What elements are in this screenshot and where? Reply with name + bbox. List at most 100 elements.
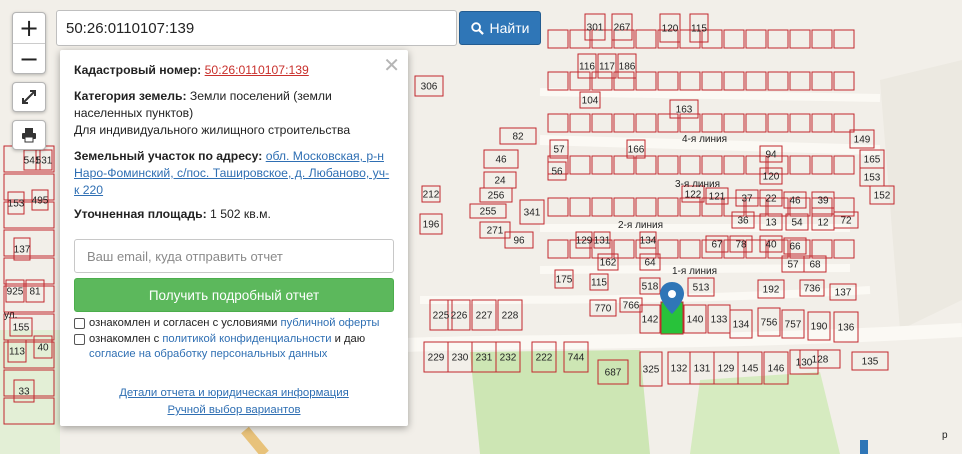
parcel-number: 37: [741, 194, 753, 205]
parcel-number: 116: [579, 62, 595, 73]
offer-consent: ознакомлен и согласен с условиями публич…: [74, 316, 379, 331]
parcel-number: 115: [591, 278, 607, 289]
parcel-number: 513: [693, 283, 710, 294]
parcel-number: 94: [765, 150, 777, 161]
parcel-number: 131: [694, 364, 711, 375]
parcel-number: 136: [838, 323, 855, 334]
parcel-number: 229: [428, 353, 445, 364]
address-label: Земельный участок по адресу:: [74, 149, 263, 163]
parcel-number: 153: [864, 173, 881, 184]
cadastral-row: Кадастровый номер: 50:26:0110107:139: [74, 62, 392, 79]
parcel-number: 78: [735, 240, 747, 251]
street-label: 1-я линия: [672, 266, 717, 277]
parcel-number: 196: [423, 220, 440, 231]
parcel-number: 152: [874, 191, 891, 202]
get-report-button[interactable]: Получить подробный отчет: [74, 278, 394, 312]
parcel-number: 113: [9, 347, 25, 358]
parcel-number: 128: [812, 355, 829, 366]
search-button[interactable]: Найти: [459, 11, 541, 45]
parcel-number: 155: [13, 323, 30, 334]
report-details-link[interactable]: Детали отчета и юридическая информация: [119, 387, 349, 399]
zoom-in-button[interactable]: +: [13, 13, 45, 43]
parcel-info-popup: ✕ Кадастровый номер: 50:26:0110107:139 К…: [60, 50, 408, 426]
parcel-number: 306: [421, 82, 438, 93]
printer-icon: [22, 128, 36, 143]
parcel-number: 770: [595, 304, 612, 315]
parcel-number: 166: [628, 145, 645, 156]
manual-selection-link[interactable]: Ручной выбор вариантов: [167, 404, 300, 416]
parcel-number: 736: [804, 284, 821, 295]
street-label: 2-я линия: [618, 220, 663, 231]
parcel-number: 232: [500, 353, 517, 364]
parcel-number: 96: [513, 236, 525, 247]
print-button[interactable]: [12, 120, 46, 150]
parcel-number: 104: [582, 96, 599, 107]
parcel-number: 54: [791, 218, 803, 229]
parcel-number: 12: [817, 218, 829, 229]
parcel-number: 757: [785, 320, 802, 331]
fullscreen-button[interactable]: [12, 82, 46, 112]
parcel-number: 766: [623, 301, 640, 312]
search-input[interactable]: [56, 10, 457, 46]
area-row: Уточненная площадь: 1 502 кв.м.: [74, 206, 392, 223]
parcel-number: 225: [433, 311, 450, 322]
parcel-number: 231: [476, 353, 493, 364]
street-label: 4-я линия: [682, 134, 727, 145]
green-area: [470, 350, 650, 454]
parcel-number: 255: [480, 207, 497, 218]
parcel-number: 175: [556, 275, 573, 286]
parcel-number: 212: [423, 190, 440, 201]
parcel-number: 129: [576, 236, 593, 247]
personal-data-consent-link[interactable]: согласие на обработку персональных данны…: [89, 348, 327, 360]
cadastral-number-link[interactable]: 50:26:0110107:139: [205, 63, 309, 77]
offer-checkbox[interactable]: [74, 318, 85, 329]
parcel-number: 117: [599, 62, 615, 73]
info-icon: [860, 440, 868, 454]
parcel-number: 744: [568, 353, 585, 364]
offer-consent-text: ознакомлен и согласен с условиями публич…: [89, 316, 379, 331]
parcel-number: 46: [789, 196, 801, 207]
parcel-number: 64: [644, 258, 656, 269]
parcel-number: 687: [605, 368, 622, 379]
parcel-number: 133: [711, 315, 728, 326]
email-field[interactable]: [74, 239, 394, 273]
privacy-policy-link[interactable]: политикой конфиденциальности: [162, 333, 331, 345]
parcel-number: 67: [711, 240, 723, 251]
parcel-number: 226: [451, 311, 468, 322]
parcel-number: 495: [32, 196, 49, 207]
parcel-number: 131: [594, 236, 611, 247]
privacy-checkbox[interactable]: [74, 334, 85, 345]
parcel-number: 33: [18, 387, 30, 398]
parcel-number: 301: [587, 23, 604, 34]
usage-value: Для индивидуального жилищного строительс…: [74, 123, 351, 137]
parcel-number: 137: [14, 245, 31, 256]
parcel-number: 40: [37, 343, 49, 354]
parcel-number: 190: [811, 322, 828, 333]
parcel-number: 132: [671, 364, 688, 375]
parcel-number: 140: [687, 315, 704, 326]
parcel-number: 137: [835, 288, 852, 299]
parcel-number: 13: [765, 218, 777, 229]
parcel-number: 57: [553, 145, 565, 156]
details-link-row: Детали отчета и юридическая информация: [60, 385, 408, 402]
parcel-number: 56: [551, 167, 563, 178]
parcel-number: 325: [643, 365, 660, 376]
parcel-number: 518: [642, 282, 659, 293]
parcel-number: 66: [789, 242, 801, 253]
parcel-number: 115: [691, 24, 707, 35]
zoom-out-button[interactable]: −: [13, 43, 45, 73]
public-offer-link[interactable]: публичной оферты: [281, 317, 380, 329]
search-icon: [470, 21, 484, 35]
parcel-number: 230: [452, 353, 469, 364]
parcel-number: 228: [502, 311, 519, 322]
parcel-number: 153: [8, 199, 25, 210]
cadastral-label: Кадастровый номер:: [74, 63, 202, 77]
parcel-number: 24: [494, 176, 506, 187]
fullscreen-icon: [22, 90, 36, 104]
parcel-number: 122: [685, 190, 702, 201]
parcel-number: 149: [854, 135, 871, 146]
parcel-number: 39: [817, 196, 829, 207]
privacy-consent-text: ознакомлен с политикой конфиденциальност…: [89, 332, 365, 362]
parcel-number: 531: [36, 156, 53, 167]
parcel-number: 165: [864, 155, 881, 166]
